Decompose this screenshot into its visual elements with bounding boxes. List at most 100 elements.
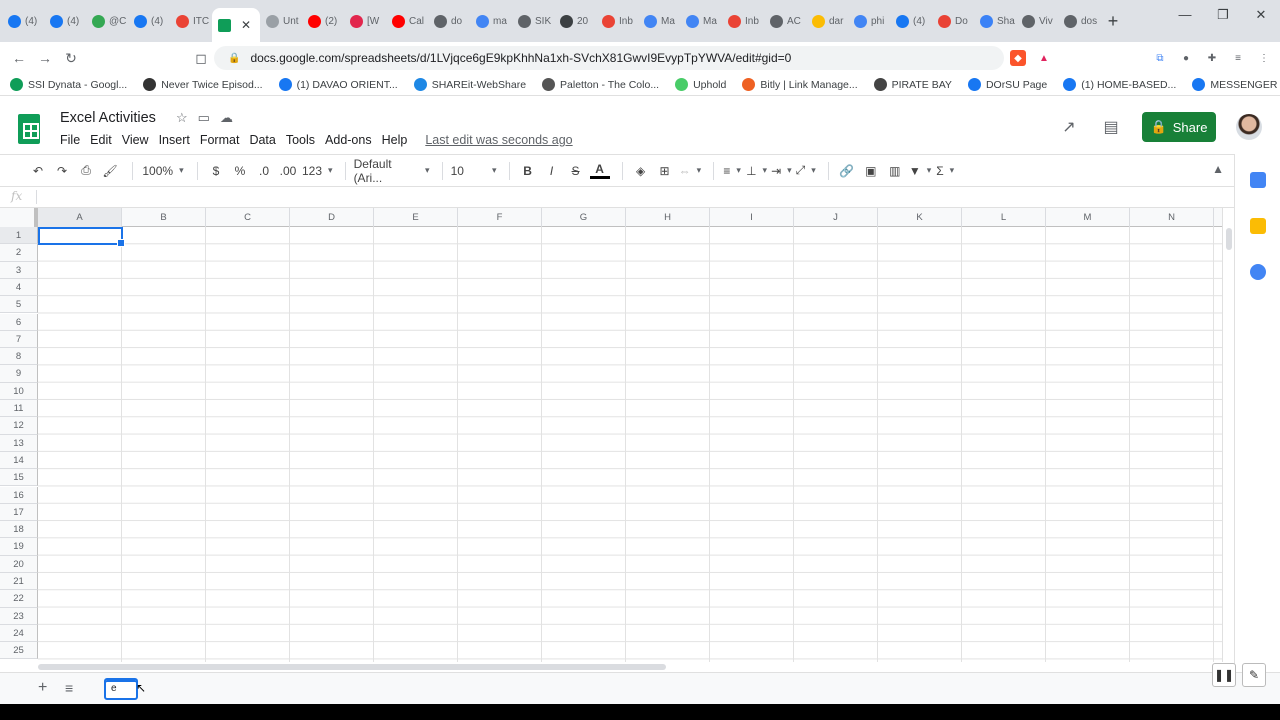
all-sheets-icon[interactable]: ≡ — [65, 680, 73, 696]
column-header-a[interactable]: A — [38, 208, 122, 227]
row-header-4[interactable]: 4 — [0, 278, 38, 297]
zoom-select[interactable]: 100% — [141, 160, 185, 182]
keep-icon[interactable] — [1250, 218, 1266, 234]
undo-icon[interactable]: ↶ — [28, 160, 48, 182]
row-header-24[interactable]: 24 — [0, 624, 38, 643]
menu-tools[interactable]: Tools — [286, 133, 315, 147]
menu-insert[interactable]: Insert — [159, 133, 190, 147]
browser-tab[interactable]: (4) — [128, 6, 170, 36]
browser-tab[interactable]: (4) — [2, 6, 44, 36]
tasks-icon[interactable] — [1250, 264, 1266, 280]
document-title[interactable]: Excel Activities — [60, 110, 156, 126]
borders-icon[interactable]: ⊞ — [655, 160, 675, 182]
browser-tab[interactable]: @C — [86, 6, 128, 36]
back-icon[interactable]: ← — [6, 50, 32, 66]
column-header-g[interactable]: G — [542, 208, 626, 227]
add-sheet-icon[interactable]: + — [38, 679, 47, 697]
menu-kebab-icon[interactable]: ⋮ — [1256, 50, 1272, 66]
bold-button[interactable]: B — [518, 160, 538, 182]
horizontal-scroll-thumb[interactable] — [38, 664, 666, 670]
row-header-17[interactable]: 17 — [0, 503, 38, 522]
insert-chart-icon[interactable]: ▥ — [885, 160, 905, 182]
bookmark-item[interactable]: (1) HOME-BASED... — [1063, 78, 1176, 91]
column-header-m[interactable]: M — [1046, 208, 1130, 227]
browser-tab-active[interactable]: ✕ — [212, 8, 260, 42]
italic-button[interactable]: I — [542, 160, 562, 182]
row-header-5[interactable]: 5 — [0, 296, 38, 314]
sheets-logo-icon[interactable] — [18, 114, 40, 144]
bookmark-item[interactable]: (1) DAVAO ORIENT... — [278, 78, 398, 91]
column-header-i[interactable]: I — [710, 208, 794, 227]
percent-button[interactable]: % — [230, 160, 250, 182]
row-header-20[interactable]: 20 — [0, 555, 38, 573]
vertical-scrollbar[interactable] — [1222, 208, 1234, 662]
more-formats-select[interactable]: 123 — [302, 160, 333, 182]
browser-tab[interactable]: ITC — [170, 6, 212, 36]
browser-tab[interactable]: (4) — [44, 6, 86, 36]
menu-view[interactable]: View — [122, 133, 149, 147]
translate-icon[interactable]: ⧉ — [1152, 50, 1168, 66]
row-header-18[interactable]: 18 — [0, 521, 38, 539]
browser-tab[interactable]: do — [428, 6, 470, 36]
row-header-8[interactable]: 8 — [0, 348, 38, 366]
close-tab-icon[interactable]: ✕ — [241, 18, 251, 32]
forward-icon[interactable]: → — [32, 50, 58, 66]
cell-area[interactable] — [38, 227, 1222, 662]
puzzle-icon[interactable]: ✚ — [1204, 50, 1220, 66]
extension-record-icon[interactable]: ● — [1178, 50, 1194, 66]
browser-tab[interactable]: Do — [932, 6, 974, 36]
bookmark-item[interactable]: Never Twice Episod... — [143, 78, 263, 91]
browser-tab[interactable]: ma — [470, 6, 512, 36]
print-icon[interactable]: ⎙ — [76, 160, 96, 182]
bookmark-item[interactable]: SHAREit-WebShare — [413, 78, 526, 91]
active-cell-a1[interactable] — [38, 227, 125, 247]
last-edit-link[interactable]: Last edit was seconds ago — [425, 133, 572, 147]
row-header-2[interactable]: 2 — [0, 244, 38, 262]
bookmark-item[interactable]: PIRATE BAY — [873, 78, 952, 91]
horizontal-scrollbar[interactable] — [38, 662, 1222, 672]
insert-link-icon[interactable]: 🔗 — [837, 160, 857, 182]
comment-icon[interactable]: ▤ — [1100, 117, 1122, 137]
address-bar[interactable]: 🔒 docs.google.com/spreadsheets/d/1LVjqce… — [214, 46, 1004, 70]
text-color-button[interactable]: A — [589, 162, 610, 179]
column-header-b[interactable]: B — [122, 208, 206, 227]
row-header-15[interactable]: 15 — [0, 469, 38, 487]
pause-icon[interactable]: ❚❚ — [1212, 663, 1236, 687]
browser-tab[interactable]: Unt — [260, 6, 302, 36]
column-header-c[interactable]: C — [206, 208, 290, 227]
menu-data[interactable]: Data — [249, 133, 275, 147]
browser-tab[interactable]: [W — [344, 6, 386, 36]
column-header-n[interactable]: N — [1130, 208, 1214, 227]
annotate-off-icon[interactable]: ✎ — [1242, 663, 1266, 687]
trend-icon[interactable]: ↗ — [1058, 117, 1080, 137]
column-header-l[interactable]: L — [962, 208, 1046, 227]
fill-color-icon[interactable]: ◈ — [631, 160, 651, 182]
row-header-7[interactable]: 7 — [0, 330, 38, 349]
bookmark-item[interactable]: Bitly | Link Manage... — [742, 78, 858, 91]
insert-comment-icon[interactable]: ▣ — [861, 160, 881, 182]
browser-tab[interactable]: Viv — [1016, 6, 1058, 36]
filter-icon[interactable]: ▼ — [909, 160, 931, 182]
chevron-up-icon[interactable]: ▲ — [1212, 162, 1224, 176]
playlist-icon[interactable]: ≡ — [1230, 50, 1246, 66]
menu-help[interactable]: Help — [382, 133, 408, 147]
column-header-k[interactable]: K — [878, 208, 962, 227]
row-header-6[interactable]: 6 — [0, 313, 38, 331]
browser-tab[interactable]: SIK — [512, 6, 554, 36]
browser-tab[interactable]: Cal — [386, 6, 428, 36]
browser-tab[interactable]: Inb — [722, 6, 764, 36]
browser-tab[interactable]: phi — [848, 6, 890, 36]
brave-rewards-icon[interactable]: ▲ — [1036, 50, 1052, 66]
bookmark-item[interactable]: Paletton - The Colo... — [542, 78, 659, 91]
horizontal-align-icon[interactable]: ≡ — [722, 160, 742, 182]
menu-file[interactable]: File — [60, 133, 80, 147]
bookmark-item[interactable]: DOrSU Page — [967, 78, 1047, 91]
menu-addons[interactable]: Add-ons — [325, 133, 372, 147]
browser-tab[interactable]: Ma — [638, 6, 680, 36]
formula-bar[interactable]: fx — [0, 187, 1234, 208]
new-tab-icon[interactable]: + — [1100, 6, 1126, 36]
text-wrap-icon[interactable]: ⇥ — [771, 160, 792, 182]
sheet-tab-rename-input[interactable]: e — [104, 678, 138, 700]
row-header-19[interactable]: 19 — [0, 538, 38, 556]
menu-format[interactable]: Format — [200, 133, 240, 147]
